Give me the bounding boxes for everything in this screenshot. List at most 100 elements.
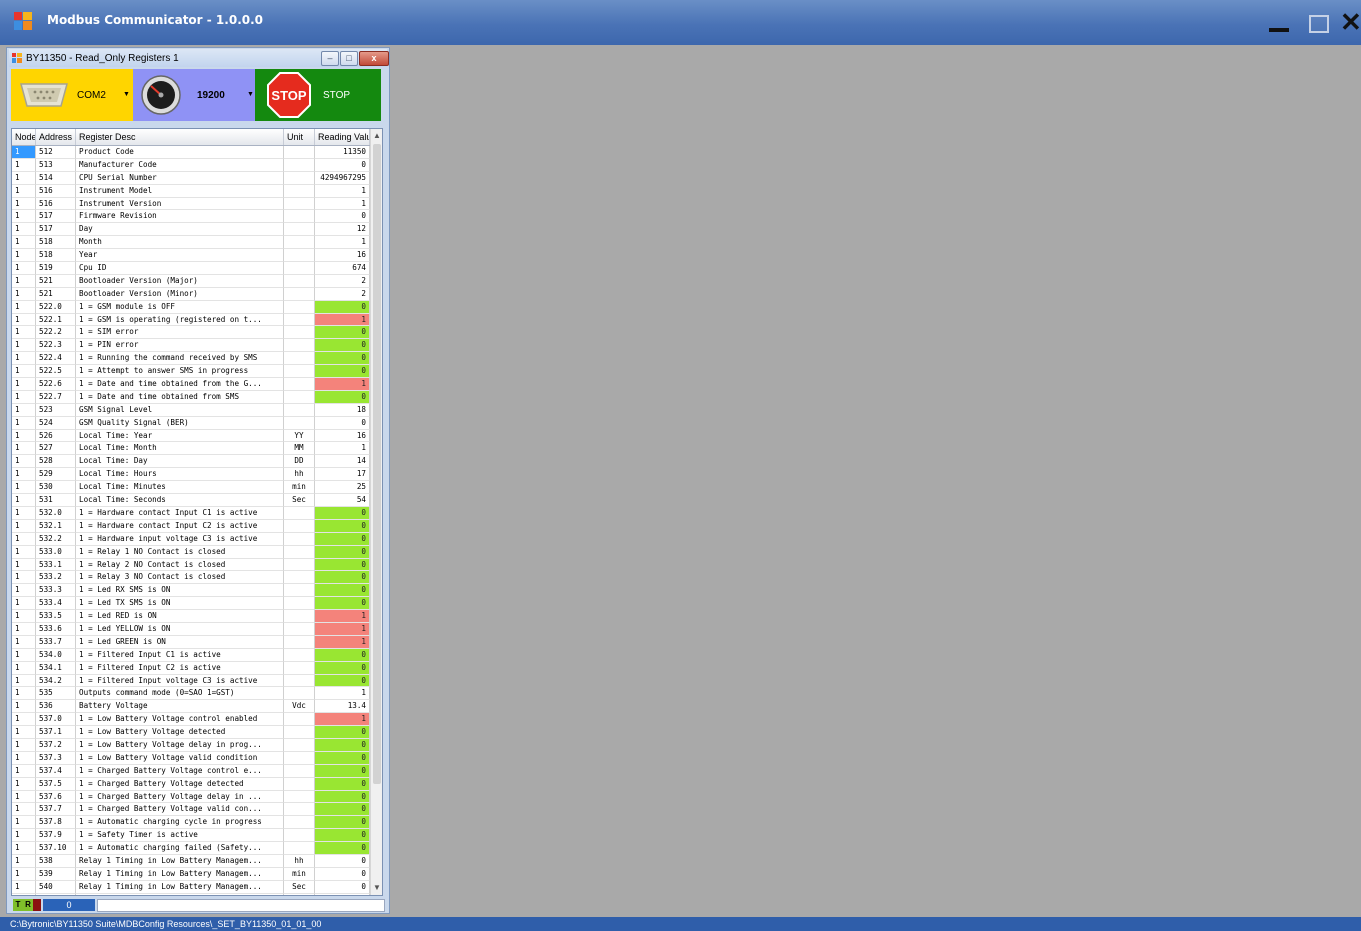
address-cell[interactable]: 517 <box>36 223 76 237</box>
unit-cell[interactable] <box>284 326 315 340</box>
column-header-unit[interactable]: Unit <box>284 129 315 145</box>
unit-cell[interactable] <box>284 635 315 649</box>
unit-cell[interactable] <box>284 726 315 739</box>
node-cell[interactable]: 1 <box>12 416 36 430</box>
unit-cell[interactable] <box>284 532 315 546</box>
register-desc-cell[interactable]: 1 = Led RX SMS is ON <box>76 584 284 598</box>
reading-value-cell[interactable]: 0 <box>315 519 370 533</box>
register-desc-cell[interactable]: Outputs command mode (0=SAO 1=GST) <box>76 687 284 701</box>
address-cell[interactable]: 541 <box>36 893 76 895</box>
register-desc-cell[interactable]: 1 = Filtered Input voltage C3 is active <box>76 674 284 688</box>
node-cell[interactable]: 1 <box>12 313 36 327</box>
reading-value-cell[interactable]: 2 <box>315 274 370 288</box>
node-cell[interactable]: 1 <box>12 558 36 572</box>
register-desc-cell[interactable]: Bootloader Version (Minor) <box>76 287 284 301</box>
reading-value-cell[interactable]: 0 <box>315 326 370 340</box>
node-cell[interactable]: 1 <box>12 764 36 778</box>
register-desc-cell[interactable]: 1 = PIN error <box>76 339 284 353</box>
table-row[interactable]: 1 537.4 1 = Charged Battery Voltage contro… <box>12 764 370 778</box>
register-desc-cell[interactable]: 1 = Hardware input voltage C3 is active <box>76 532 284 546</box>
reading-value-cell[interactable]: 0 <box>315 842 370 855</box>
register-desc-cell[interactable]: 1 = Filtered Input C1 is active <box>76 648 284 662</box>
register-desc-cell[interactable]: 1 = Low Battery Voltage delay in prog... <box>76 738 284 752</box>
node-cell[interactable]: 1 <box>12 184 36 198</box>
reading-value-cell[interactable]: 0 <box>315 661 370 675</box>
address-cell[interactable]: 539 <box>36 867 76 881</box>
address-cell[interactable]: 532.2 <box>36 532 76 546</box>
register-desc-cell[interactable]: Product Code <box>76 146 284 159</box>
address-cell[interactable]: 533.3 <box>36 584 76 598</box>
table-row[interactable]: 1 532.2 1 = Hardware input voltage C3 is a… <box>12 532 370 546</box>
address-cell[interactable]: 528 <box>36 455 76 469</box>
reading-value-cell[interactable]: 0 <box>315 648 370 662</box>
reading-value-cell[interactable]: 1 <box>315 313 370 327</box>
node-cell[interactable]: 1 <box>12 236 36 250</box>
address-cell[interactable]: 514 <box>36 171 76 185</box>
unit-cell[interactable] <box>284 158 315 172</box>
address-cell[interactable]: 537.10 <box>36 842 76 855</box>
node-cell[interactable]: 1 <box>12 339 36 353</box>
reading-value-cell[interactable]: 0 <box>315 339 370 353</box>
table-row[interactable]: 1 516 Instrument Version 1 <box>12 197 370 211</box>
register-desc-cell[interactable]: 1 = Relay 3 NO Contact is closed <box>76 571 284 585</box>
node-cell[interactable]: 1 <box>12 197 36 211</box>
unit-cell[interactable] <box>284 842 315 855</box>
address-cell[interactable]: 536 <box>36 700 76 714</box>
address-cell[interactable]: 512 <box>36 146 76 159</box>
table-row[interactable]: 1 513 Manufacturer Code 0 <box>12 158 370 172</box>
address-cell[interactable]: 537.5 <box>36 777 76 791</box>
node-cell[interactable]: 1 <box>12 300 36 314</box>
node-cell[interactable]: 1 <box>12 610 36 623</box>
unit-cell[interactable] <box>284 146 315 159</box>
scroll-up-icon[interactable]: ▲ <box>371 129 382 143</box>
table-row[interactable]: 1 512 Product Code 11350 <box>12 146 370 159</box>
address-cell[interactable]: 537.1 <box>36 726 76 739</box>
register-desc-cell[interactable]: 1 = Charged Battery Voltage control e... <box>76 764 284 778</box>
register-desc-cell[interactable]: 1 = Low Battery Voltage detected <box>76 726 284 739</box>
register-desc-cell[interactable]: 1 = Safety Timer is active <box>76 829 284 843</box>
register-desc-cell[interactable]: 1 = Relay 1 NO Contact is closed <box>76 545 284 559</box>
address-cell[interactable]: 532.1 <box>36 519 76 533</box>
table-row[interactable]: 1 537.1 1 = Low Battery Voltage detected 0 <box>12 726 370 739</box>
table-row[interactable]: 1 537.0 1 = Low Battery Voltage control en… <box>12 713 370 727</box>
node-cell[interactable]: 1 <box>12 842 36 855</box>
table-row[interactable]: 1541Relay 1 Timing (Hours)hh0 <box>12 893 370 895</box>
unit-cell[interactable] <box>284 339 315 353</box>
table-row[interactable]: 1 522.2 1 = SIM error 0 <box>12 326 370 340</box>
unit-cell[interactable] <box>284 661 315 675</box>
register-desc-cell[interactable]: Firmware Revision <box>76 210 284 224</box>
address-cell[interactable]: 537.3 <box>36 751 76 765</box>
register-desc-cell[interactable]: 1 = Hardware contact Input C2 is active <box>76 519 284 533</box>
reading-value-cell[interactable]: 674 <box>315 262 370 275</box>
reading-value-cell[interactable]: 1 <box>315 236 370 250</box>
reading-value-cell[interactable]: 0 <box>315 854 370 868</box>
table-row[interactable]: 1 518 Year 16 <box>12 249 370 263</box>
unit-cell[interactable]: YY <box>284 429 315 443</box>
unit-cell[interactable] <box>284 287 315 301</box>
reading-value-cell[interactable]: 12 <box>315 223 370 237</box>
scroll-down-icon[interactable]: ▼ <box>371 881 382 895</box>
scrollbar-thumb[interactable] <box>373 144 381 784</box>
address-cell[interactable]: 535 <box>36 687 76 701</box>
reading-value-cell[interactable]: 0 <box>315 416 370 430</box>
register-desc-cell[interactable]: Local Time: Year <box>76 429 284 443</box>
register-desc-cell[interactable]: Day <box>76 223 284 237</box>
address-cell[interactable]: 537.9 <box>36 829 76 843</box>
table-row[interactable]: 1 517 Day 12 <box>12 223 370 237</box>
address-cell[interactable]: 522.0 <box>36 300 76 314</box>
register-desc-cell[interactable]: Local Time: Day <box>76 455 284 469</box>
table-row[interactable]: 1 522.7 1 = Date and time obtained from SM… <box>12 390 370 404</box>
register-desc-cell[interactable]: Year <box>76 249 284 263</box>
reading-value-cell[interactable]: 0 <box>315 571 370 585</box>
node-cell[interactable]: 1 <box>12 545 36 559</box>
unit-cell[interactable] <box>284 622 315 636</box>
reading-value-cell[interactable]: 0 <box>315 210 370 224</box>
unit-cell[interactable] <box>284 610 315 623</box>
table-row[interactable]: 1 523 GSM Signal Level 18 <box>12 403 370 417</box>
register-desc-cell[interactable]: 1 = Low Battery Voltage control enabled <box>76 713 284 727</box>
unit-cell[interactable] <box>284 262 315 275</box>
register-desc-cell[interactable]: 1 = Charged Battery Voltage delay in ... <box>76 790 284 804</box>
column-header-node[interactable]: Node <box>12 129 36 145</box>
reading-value-cell[interactable]: 0 <box>315 390 370 404</box>
register-desc-cell[interactable]: 1 = Date and time obtained from the G... <box>76 378 284 391</box>
